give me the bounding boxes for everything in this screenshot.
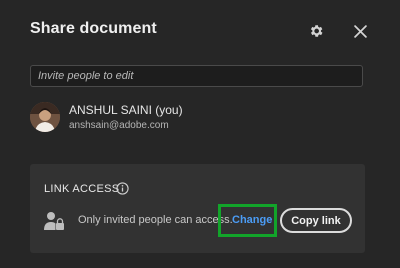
change-link-highlight: Change [218,204,277,237]
share-dialog: Share document ANSHUL SAINI (you) anshsa… [0,0,400,268]
close-button[interactable] [350,21,370,41]
info-button[interactable] [116,182,129,195]
user-email: anshsain@adobe.com [69,120,169,131]
copy-link-button[interactable]: Copy link [280,208,352,233]
person-lock-icon [43,211,65,231]
dialog-title: Share document [30,20,157,37]
user-row: ANSHUL SAINI (you) anshsain@adobe.com [30,101,330,135]
gear-icon [310,25,323,37]
link-access-panel: LINK ACCESS Only invited people can acce… [30,164,365,253]
change-link[interactable]: Change [232,214,272,226]
close-icon [353,24,367,38]
access-status-text: Only invited people can access. [78,214,233,226]
avatar [30,102,60,132]
link-access-heading: LINK ACCESS [44,183,120,195]
settings-button[interactable] [306,21,326,41]
invite-input[interactable] [30,65,363,87]
info-icon [116,182,129,195]
user-name: ANSHUL SAINI (you) [69,103,183,117]
